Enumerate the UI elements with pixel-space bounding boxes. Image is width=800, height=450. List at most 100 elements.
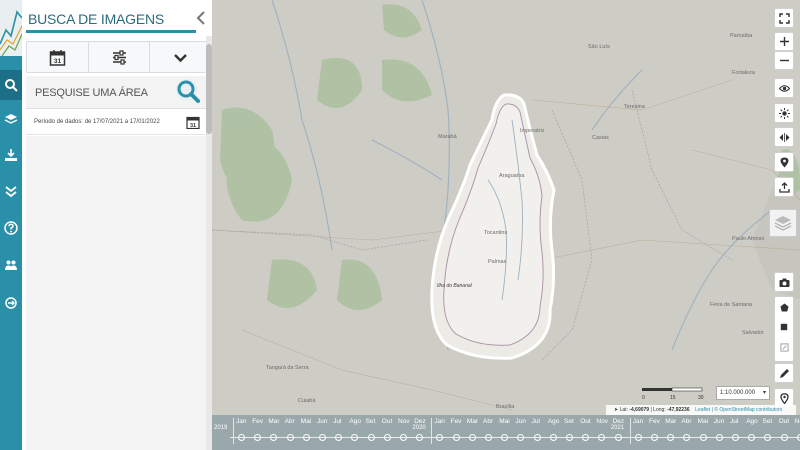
- chart-logo-icon: [0, 10, 22, 56]
- timeline-month-label: Abr: [284, 418, 295, 425]
- timeline-month-label: Jan: [434, 418, 445, 425]
- timeline-month-dot[interactable]: [319, 434, 326, 441]
- timeline-month-label: Mar: [665, 418, 677, 425]
- timeline-month-dot[interactable]: [780, 434, 788, 441]
- scale-select[interactable]: 1:10.000.000 ▾: [716, 386, 770, 400]
- edit-shape-button[interactable]: [775, 339, 793, 355]
- layers-icon: [774, 216, 792, 231]
- timeline-month-label: Jul: [531, 418, 540, 425]
- rail-share-button[interactable]: [0, 288, 22, 318]
- timeline-month-dot[interactable]: [286, 434, 294, 441]
- map-label: Ilha do Bananal: [437, 283, 472, 289]
- caret-down-icon: ▾: [762, 390, 766, 396]
- rail-layers-button[interactable]: [0, 104, 22, 134]
- timeline-month-label: Set: [762, 418, 773, 425]
- map-canvas[interactable]: Parnaíba Fortaleza Imperatriz Araguaína Palm…: [212, 0, 800, 450]
- timeline-month-label: Abr: [681, 418, 692, 425]
- timeline-month-dot[interactable]: [732, 434, 739, 441]
- cursor-coordinates: ➤ Lat: -4,69079 | Long: -47,92236 Leafle…: [606, 405, 796, 415]
- panel-header: BUSCA DE IMAGENS: [22, 0, 212, 36]
- timeline-month-label: Out: [580, 418, 591, 425]
- timeline-month-dot[interactable]: [614, 434, 622, 441]
- data-period-row: Período de dados: de 17/07/2021 a 17/01/…: [26, 112, 210, 135]
- timeline-month-dot[interactable]: [452, 434, 460, 441]
- filters-tool-button[interactable]: [89, 42, 151, 72]
- map-label: Araguaína: [499, 173, 525, 179]
- draw-rectangle-button[interactable]: [775, 319, 793, 335]
- timeline-month-label: Mar: [268, 418, 280, 425]
- timeline-month-dot[interactable]: [468, 434, 476, 441]
- map-label: Paulo Afonso: [732, 236, 765, 242]
- brightness-button[interactable]: [774, 103, 794, 123]
- timeline-month-dot[interactable]: [238, 434, 245, 441]
- timeline-month-label: Mai: [697, 418, 709, 425]
- panel-title-underline: [26, 30, 196, 33]
- timeline-month-dot[interactable]: [485, 434, 492, 441]
- timeline-month-dot[interactable]: [533, 434, 541, 441]
- timeline-month-dot[interactable]: [651, 434, 658, 441]
- timeline-month-dot[interactable]: [549, 434, 557, 441]
- panel-toolbar: 31: [26, 41, 212, 73]
- help-icon: [4, 221, 18, 235]
- timeline-month-dot[interactable]: [383, 434, 391, 441]
- upload-button[interactable]: [774, 177, 794, 197]
- map-label: Parnaíba: [730, 33, 753, 39]
- search-area-row[interactable]: PESQUISE UMA ÁREA: [26, 76, 210, 109]
- collapse-panel-button[interactable]: [194, 10, 208, 26]
- timeline-month-dot[interactable]: [699, 434, 707, 441]
- rail-download-button[interactable]: [0, 140, 22, 170]
- timeline-month-dot[interactable]: [302, 434, 310, 441]
- download-icon: [5, 149, 17, 161]
- rail-expand-button[interactable]: [0, 176, 22, 206]
- search-area-button[interactable]: [174, 77, 204, 107]
- zoom-in-button[interactable]: [774, 32, 794, 51]
- layers-icon: [4, 114, 18, 124]
- timeline-year-divider: [629, 418, 631, 444]
- timeline-month-label: Jun: [713, 418, 725, 425]
- period-calendar-button[interactable]: 31: [186, 115, 200, 130]
- timeline-month-dot[interactable]: [634, 434, 642, 441]
- screenshot-button[interactable]: [774, 272, 794, 292]
- visibility-button[interactable]: [774, 78, 794, 98]
- map-attribution[interactable]: Leaflet | © OpenStreetMap contributors: [695, 407, 782, 413]
- timeline-month-dot[interactable]: [715, 434, 723, 441]
- calendar-tool-button[interactable]: 31: [27, 42, 89, 72]
- scale-bar: 0 15 30: [640, 385, 712, 403]
- map-label: Tocantins: [484, 230, 508, 236]
- timeline-month-label: Abr: [483, 418, 494, 425]
- basemap: [212, 0, 800, 411]
- fullscreen-button[interactable]: [774, 8, 794, 28]
- timeline-month-label: Mai: [300, 418, 312, 425]
- draw-polygon-button[interactable]: [775, 299, 793, 315]
- timeline-month-label: Dez: [612, 418, 625, 425]
- scale-bar-graphic: 0 15 30: [642, 387, 704, 401]
- expand-tool-button[interactable]: [150, 42, 211, 72]
- draw-line-button[interactable]: [774, 363, 794, 383]
- timeline-month-dot[interactable]: [367, 434, 375, 441]
- timeline-month-label: Jun: [317, 418, 328, 425]
- rail-search-button[interactable]: [0, 70, 22, 100]
- map-label: Caxias: [592, 135, 609, 141]
- timeline-year-label: 2020: [412, 425, 426, 431]
- scale-select-value: 1:10.000.000: [720, 390, 756, 396]
- timeline-month-dot[interactable]: [400, 434, 407, 441]
- double-chevron-down-icon: [5, 186, 17, 198]
- timeline-track: [230, 437, 800, 438]
- timeline-month-label: Fev: [450, 418, 462, 425]
- zoom-out-button[interactable]: [774, 51, 794, 70]
- timeline-month-label: Jan: [632, 418, 644, 425]
- calendar-day: 31: [54, 58, 62, 65]
- swipe-compare-button[interactable]: [774, 127, 794, 147]
- timeline-month-dot[interactable]: [566, 434, 573, 441]
- rail-help-button[interactable]: [0, 213, 22, 243]
- marker-button[interactable]: [774, 152, 794, 172]
- search-area-label: PESQUISE UMA ÁREA: [35, 87, 148, 99]
- timeline-month-label: Set: [365, 418, 376, 425]
- basemap-layers-button[interactable]: [769, 209, 797, 237]
- timeline-month-label: Fev: [252, 418, 264, 425]
- magnifier-icon: [176, 79, 200, 103]
- rail-users-button[interactable]: [0, 250, 22, 280]
- map-label: Feira de Santana: [710, 302, 753, 308]
- image-search-panel: BUSCA DE IMAGENS 31 PESQUISE UMA ÁREA Pe…: [22, 0, 212, 450]
- edit-icon: [779, 342, 789, 352]
